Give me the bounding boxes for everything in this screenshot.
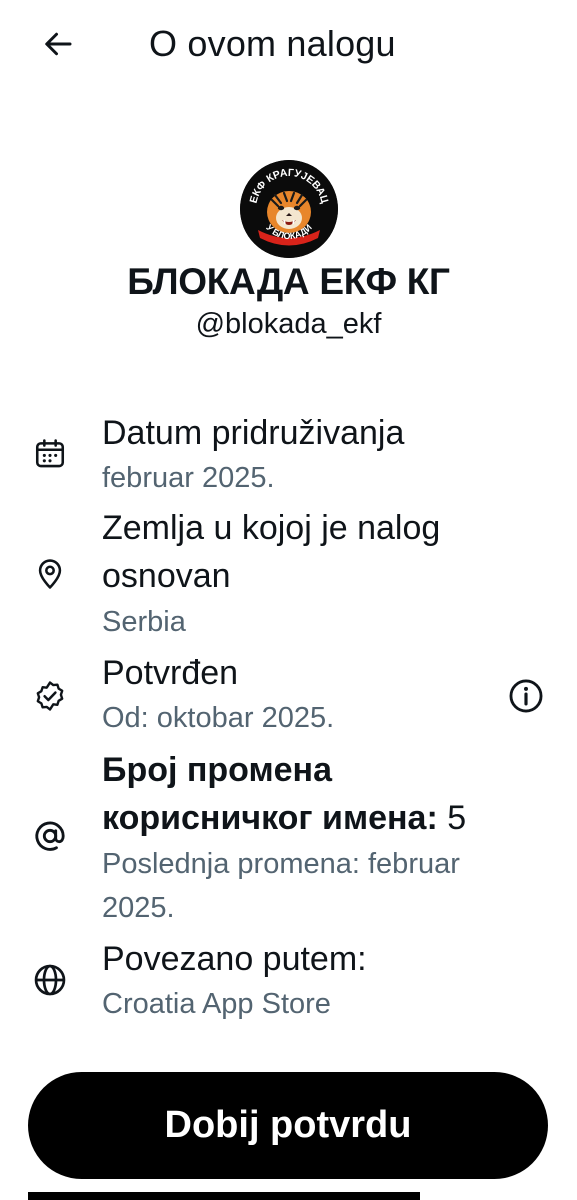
display-name: БЛОКАДА ЕКФ КГ [127, 261, 450, 302]
location-pin-icon [30, 554, 70, 594]
verified-info-button[interactable] [504, 674, 548, 718]
at-sign-icon [30, 816, 70, 856]
username-changes-label-line1: Број промена [102, 751, 332, 789]
page-title: O ovom nalogu [149, 23, 396, 64]
username-changes-count: 5 [447, 799, 467, 837]
get-verified-button[interactable]: Dobij potvrdu [28, 1072, 548, 1179]
avatar[interactable]: ЕКФ КРАГУЈЕВАЦ У БЛОКАДИ [239, 160, 338, 258]
connected-via-label: Povezano putem: [102, 940, 367, 978]
username-changes-row: Број промена корисничког имена: 5 Posled… [0, 746, 577, 932]
verified-value: Od: oktobar 2025. [102, 702, 335, 734]
info-icon [509, 679, 543, 713]
joined-label: Datum pridruživanja [102, 414, 405, 452]
joined-value: februar 2025. [102, 462, 275, 494]
top-app-bar: O ovom nalogu [0, 0, 577, 90]
arrow-left-icon [45, 32, 72, 56]
username-handle: @blokada_ekf [195, 308, 382, 340]
last-change-line1: Poslednja promena: februar [102, 848, 460, 880]
verified-row: Potvrđen Od: oktobar 2025. [0, 650, 577, 742]
last-change-line2: 2025. [102, 892, 175, 924]
connected-via-value: Croatia App Store [102, 988, 331, 1020]
verified-label: Potvrđen [102, 654, 239, 692]
globe-icon [30, 960, 70, 1000]
profile-summary: ЕКФ КРАГУЈЕВАЦ У БЛОКАДИ БЛОКАДА ЕКФ КГ … [0, 160, 577, 342]
joined-date-row: Datum pridruživanja februar 2025. [0, 410, 577, 502]
verified-badge-icon [30, 676, 70, 716]
username-changes-label-line2: корисничког имена: [102, 799, 438, 837]
country-row: Zemlja u kojoj je nalog osnovan Serbia [0, 504, 577, 648]
username-changes-count-line: корисничког имена: 5 [102, 794, 552, 842]
country-value: Serbia [102, 606, 186, 638]
country-label-line2: osnovan [102, 557, 231, 595]
connected-via-row: Povezano putem: Croatia App Store [0, 936, 577, 1028]
back-button[interactable] [36, 22, 80, 66]
country-label-line1: Zemlja u kojoj je nalog [102, 509, 441, 547]
tiger-logo: ЕКФ КРАГУЈЕВАЦ У БЛОКАДИ [239, 160, 338, 258]
calendar-icon [30, 434, 70, 474]
clipped-duplicate-button [28, 1192, 420, 1200]
